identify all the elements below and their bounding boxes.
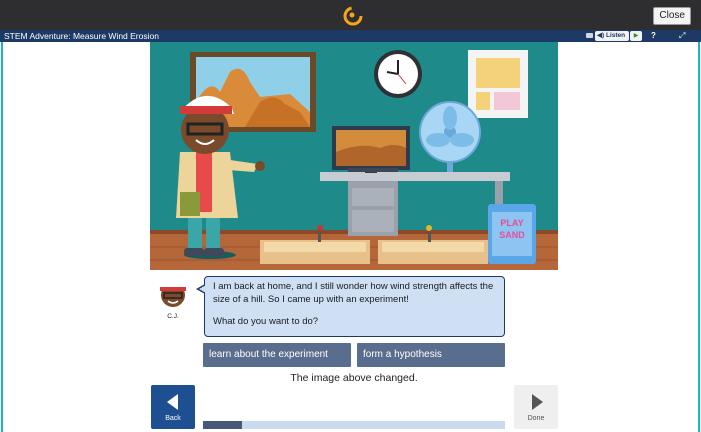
bubble-tail-inner: [199, 285, 206, 293]
speaker-icon: ◀): [597, 32, 605, 39]
dialogue-question: What do you want to do?: [213, 316, 319, 327]
back-label: Back: [165, 415, 181, 422]
forward-arrow-icon: [532, 394, 543, 410]
help-icon[interactable]: ?: [651, 30, 656, 42]
captions-icon[interactable]: [586, 33, 593, 38]
wall-poster: [468, 50, 528, 118]
bag-label-play: PLAY: [500, 218, 523, 228]
dialogue-line: I am back at home, and I still wonder ho…: [213, 281, 494, 305]
title-bar: STEM Adventure: Measure Wind Erosion ◀) …: [0, 30, 701, 42]
status-message: The image above changed.: [290, 372, 418, 384]
play-icon[interactable]: ▶: [630, 31, 642, 41]
speaker-name: C.J.: [167, 313, 179, 320]
progress-bar: [203, 421, 505, 429]
done-label: Done: [527, 415, 545, 422]
activity-title: STEM Adventure: Measure Wind Erosion: [4, 31, 159, 41]
back-arrow-icon: [167, 394, 178, 410]
close-button[interactable]: Close: [653, 7, 691, 25]
speech-bubble: I am back at home, and I still wonder ho…: [204, 276, 505, 337]
back-button[interactable]: Back: [151, 385, 195, 429]
listen-label: Listen: [605, 32, 626, 39]
choice-form-hypothesis[interactable]: form a hypothesis: [357, 343, 505, 367]
done-button[interactable]: Done: [514, 385, 558, 429]
listen-button[interactable]: ◀) Listen: [595, 31, 629, 41]
fullscreen-icon[interactable]: ⤢: [679, 30, 685, 42]
scene-illustration: PLAY SAND: [150, 42, 558, 270]
wall-clock: [374, 50, 422, 98]
progress-fill: [203, 421, 243, 429]
bag-label-sand: SAND: [499, 230, 525, 240]
top-bar: Close: [0, 0, 701, 30]
logo-icon: [343, 6, 363, 26]
speaker-avatar: [160, 281, 186, 307]
choice-learn-experiment[interactable]: learn about the experiment: [203, 343, 351, 367]
computer-monitor: [332, 126, 410, 173]
play-sand-bag: PLAY SAND: [488, 204, 536, 264]
